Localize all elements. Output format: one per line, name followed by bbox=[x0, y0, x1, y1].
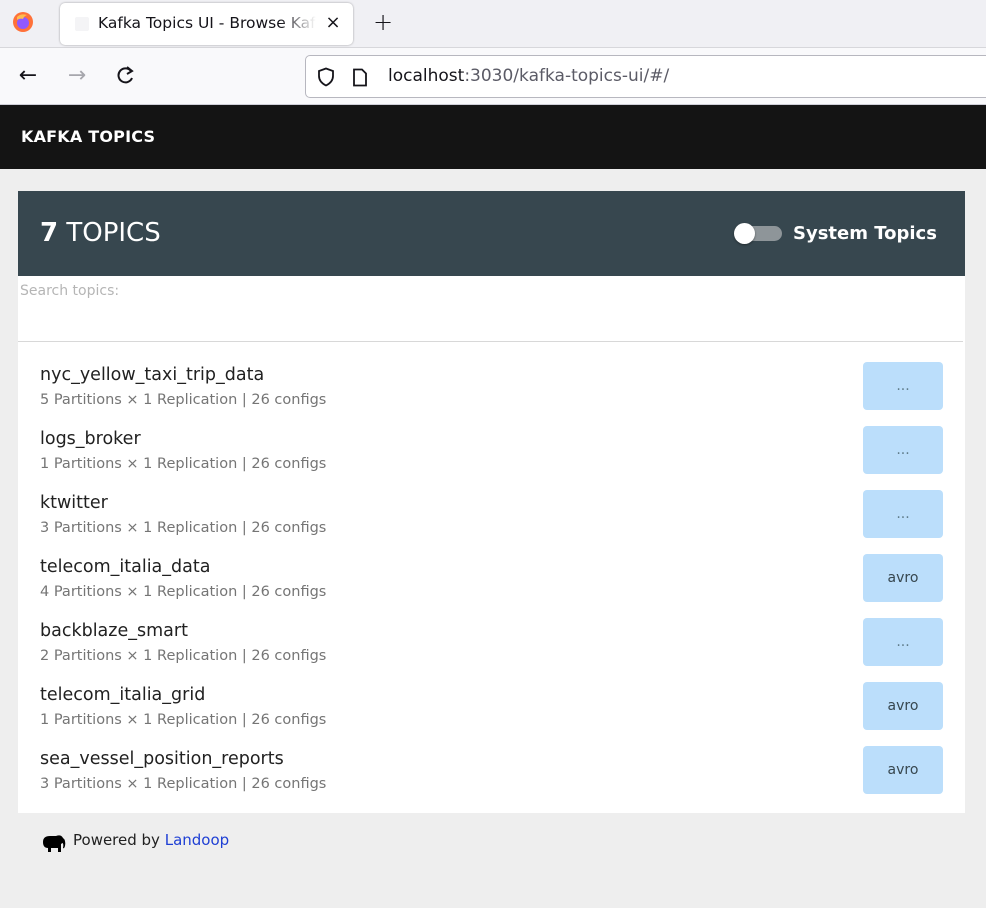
topic-name[interactable]: telecom_italia_data bbox=[40, 557, 210, 577]
topic-type-badge[interactable]: ... bbox=[863, 618, 943, 666]
topic-name[interactable]: sea_vessel_position_reports bbox=[40, 749, 284, 769]
topic-row[interactable]: ktwitter 3 Partitions × 1 Replication | … bbox=[18, 490, 965, 554]
browser-nav-bar: ← → localhost:3030/kafka-topics-ui/#/ bbox=[0, 48, 986, 105]
app-header: KAFKA TOPICS bbox=[0, 105, 986, 169]
page-icon[interactable] bbox=[352, 68, 368, 87]
topic-row[interactable]: backblaze_smart 2 Partitions × 1 Replica… bbox=[18, 618, 965, 682]
topic-list: nyc_yellow_taxi_trip_data 5 Partitions ×… bbox=[18, 362, 965, 810]
topic-name[interactable]: backblaze_smart bbox=[40, 621, 188, 641]
url-text[interactable]: localhost:3030/kafka-topics-ui/#/ bbox=[388, 66, 669, 86]
topic-name[interactable]: nyc_yellow_taxi_trip_data bbox=[40, 365, 264, 385]
topics-panel-body: Search topics: nyc_yellow_taxi_trip_data… bbox=[18, 276, 965, 813]
topic-type-badge[interactable]: ... bbox=[863, 426, 943, 474]
topic-row[interactable]: logs_broker 1 Partitions × 1 Replication… bbox=[18, 426, 965, 490]
landoop-link[interactable]: Landoop bbox=[165, 831, 229, 849]
tab-title: Kafka Topics UI - Browse Kafka Topics bbox=[98, 14, 316, 32]
topics-panel-header: 7 TOPICS System Topics bbox=[18, 191, 965, 276]
topics-count: 7 TOPICS bbox=[40, 218, 161, 248]
topic-meta: 5 Partitions × 1 Replication | 26 config… bbox=[40, 392, 327, 408]
topics-count-number: 7 bbox=[40, 218, 59, 248]
topic-row[interactable]: telecom_italia_grid 1 Partitions × 1 Rep… bbox=[18, 682, 965, 746]
topic-meta: 3 Partitions × 1 Replication | 26 config… bbox=[40, 520, 327, 536]
system-topics-label: System Topics bbox=[793, 223, 937, 244]
topic-meta: 3 Partitions × 1 Replication | 26 config… bbox=[40, 776, 327, 792]
search-label: Search topics: bbox=[20, 283, 120, 299]
topic-type-badge[interactable]: avro bbox=[863, 682, 943, 730]
topic-name[interactable]: ktwitter bbox=[40, 493, 108, 513]
topic-name[interactable]: logs_broker bbox=[40, 429, 141, 449]
topic-row[interactable]: nyc_yellow_taxi_trip_data 5 Partitions ×… bbox=[18, 362, 965, 426]
powered-by-text: Powered by Landoop bbox=[73, 831, 229, 849]
back-arrow-icon[interactable]: ← bbox=[14, 61, 42, 91]
browser-tab-active[interactable]: Kafka Topics UI - Browse Kafka Topics × bbox=[60, 3, 353, 45]
topic-type-badge[interactable]: ... bbox=[863, 362, 943, 410]
topic-meta: 1 Partitions × 1 Replication | 26 config… bbox=[40, 456, 327, 472]
tab-favicon-icon bbox=[75, 17, 89, 31]
landoop-elephant-icon bbox=[43, 835, 66, 852]
url-path: :3030/kafka-topics-ui/#/ bbox=[464, 66, 670, 86]
topic-meta: 4 Partitions × 1 Replication | 26 config… bbox=[40, 584, 327, 600]
topic-meta: 2 Partitions × 1 Replication | 26 config… bbox=[40, 648, 327, 664]
app-title[interactable]: KAFKA TOPICS bbox=[21, 127, 155, 146]
topics-count-label: TOPICS bbox=[66, 218, 161, 248]
topic-type-badge[interactable]: avro bbox=[863, 554, 943, 602]
topic-type-badge[interactable]: avro bbox=[863, 746, 943, 794]
powered-by-label: Powered by bbox=[73, 831, 160, 849]
browser-tab-bar: Kafka Topics UI - Browse Kafka Topics × … bbox=[0, 0, 986, 48]
tab-close-icon[interactable]: × bbox=[322, 11, 344, 35]
shield-icon[interactable] bbox=[316, 67, 336, 87]
topic-row[interactable]: telecom_italia_data 4 Partitions × 1 Rep… bbox=[18, 554, 965, 618]
new-tab-icon[interactable]: + bbox=[370, 8, 396, 36]
search-input[interactable] bbox=[18, 304, 963, 342]
system-topics-toggle[interactable] bbox=[734, 223, 782, 244]
reload-icon[interactable] bbox=[111, 61, 139, 91]
url-host: localhost bbox=[388, 66, 465, 86]
firefox-icon[interactable] bbox=[12, 11, 34, 33]
topic-name[interactable]: telecom_italia_grid bbox=[40, 685, 205, 705]
topic-row[interactable]: sea_vessel_position_reports 3 Partitions… bbox=[18, 746, 965, 810]
topic-type-badge[interactable]: ... bbox=[863, 490, 943, 538]
topic-meta: 1 Partitions × 1 Replication | 26 config… bbox=[40, 712, 327, 728]
url-bar[interactable]: localhost:3030/kafka-topics-ui/#/ bbox=[305, 55, 986, 98]
toggle-knob bbox=[734, 223, 755, 244]
forward-arrow-icon[interactable]: → bbox=[63, 61, 91, 91]
